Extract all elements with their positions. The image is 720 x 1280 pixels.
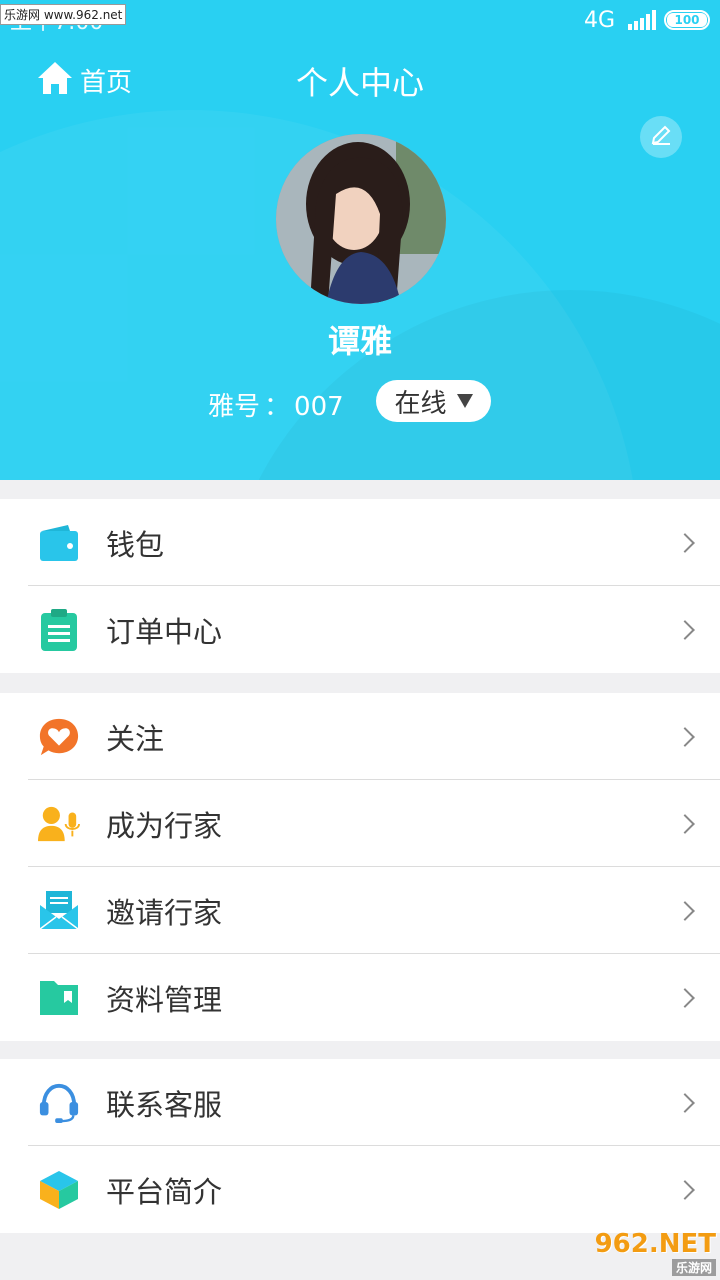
user-id-separator: ：: [264, 392, 291, 422]
menu-item-follow[interactable]: 关注: [0, 693, 720, 780]
watermark-bottom: 962.NET 乐游网: [586, 1228, 716, 1276]
chevron-right-icon: [675, 1092, 695, 1113]
watermark-brand: 乐游网: [671, 1258, 716, 1276]
menu-label: 成为行家: [106, 808, 223, 843]
headset-icon: [38, 1082, 80, 1124]
menu-group-social: 关注 成为行家 邀请行家 资料管理: [0, 693, 720, 1041]
menu-group-finance: 钱包 订单中心: [0, 499, 720, 673]
chevron-right-icon: [675, 726, 695, 747]
avatar[interactable]: [276, 134, 446, 304]
menu-label: 邀请行家: [106, 895, 223, 930]
page-title: 个人中心: [295, 64, 424, 102]
username: 谭雅: [327, 322, 392, 360]
menu-label: 平台简介: [106, 1174, 223, 1209]
menu-item-orders[interactable]: 订单中心: [0, 586, 720, 673]
dropdown-arrow-icon: [456, 394, 473, 408]
menu-item-invite-expert[interactable]: 邀请行家: [0, 867, 720, 954]
menu-item-data-management[interactable]: 资料管理: [0, 954, 720, 1041]
clipboard-icon: [38, 608, 80, 651]
menu-group-support: 联系客服 平台简介: [0, 1059, 720, 1233]
chevron-right-icon: [675, 619, 695, 640]
chevron-right-icon: [675, 1179, 695, 1200]
menu-label: 关注: [106, 721, 165, 756]
menu-item-become-expert[interactable]: 成为行家: [0, 780, 720, 867]
chevron-right-icon: [675, 987, 695, 1008]
online-status-dropdown[interactable]: 在线: [376, 380, 491, 422]
chevron-right-icon: [675, 532, 695, 553]
menu-label: 钱包: [106, 527, 165, 562]
menu-label: 订单中心: [106, 614, 223, 649]
network-type: 4G: [584, 8, 616, 33]
chevron-right-icon: [675, 900, 695, 921]
watermark-top: 乐游网 www.962.net: [0, 4, 127, 25]
online-status-label: 在线: [394, 388, 447, 419]
menu-label: 资料管理: [106, 982, 223, 1017]
cube-icon: [38, 1169, 80, 1211]
battery-level: 100: [667, 13, 707, 27]
folder-icon: [38, 977, 80, 1019]
user-id: 雅号： 007: [208, 386, 344, 423]
heart-chat-icon: [38, 716, 80, 758]
pencil-icon: [650, 124, 672, 150]
expert-mic-icon: [38, 803, 80, 845]
watermark-site: 962.NET: [594, 1228, 716, 1259]
battery-icon: 100: [664, 10, 710, 30]
wallet-icon: [38, 522, 80, 564]
menu-label: 联系客服: [106, 1087, 223, 1122]
user-id-label: 雅号: [208, 392, 261, 422]
signal-icon: [628, 10, 658, 36]
edit-profile-button[interactable]: [640, 116, 682, 158]
user-id-value: 007: [294, 392, 344, 422]
invite-mail-icon: [38, 890, 80, 932]
avatar-photo: [276, 134, 446, 304]
profile-header: 上午7:00 4G 100 乐游网 www.962.net 首页 个人中心: [0, 0, 720, 480]
chevron-right-icon: [675, 813, 695, 834]
menu-item-wallet[interactable]: 钱包: [0, 499, 720, 586]
menu-item-contact-support[interactable]: 联系客服: [0, 1059, 720, 1146]
menu-item-platform-intro[interactable]: 平台简介: [0, 1146, 720, 1233]
